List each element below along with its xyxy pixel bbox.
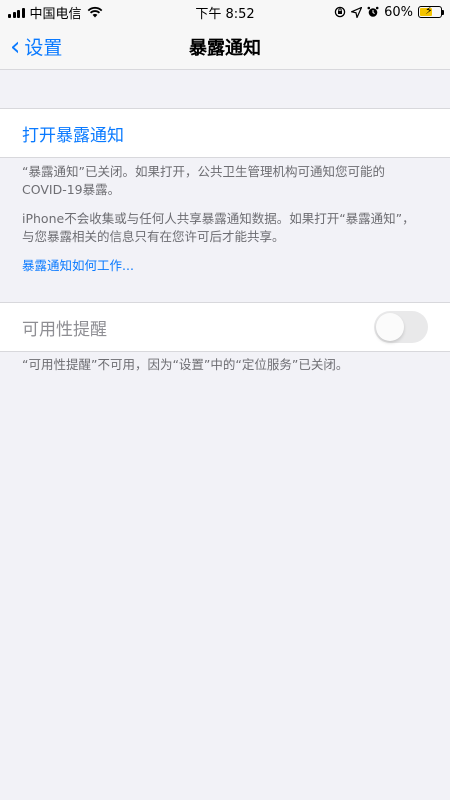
- how-it-works-link-wrap: 暴露通知如何工作...: [22, 257, 422, 275]
- availability-alerts-label: 可用性提醒: [22, 319, 107, 340]
- exposure-action-group: 打开暴露通知: [0, 108, 450, 158]
- status-left: 中国电信: [8, 3, 103, 22]
- battery-icon: ⚡: [418, 4, 444, 18]
- battery-percent: 60%: [384, 4, 413, 20]
- back-label: 设置: [24, 37, 63, 59]
- turn-on-label: 打开暴露通知: [22, 125, 124, 146]
- screen-rotation-lock-icon: [334, 6, 346, 18]
- back-chevron-icon: ‹: [10, 31, 21, 62]
- exposure-footer-text-1: “暴露通知”已关闭。如果打开，公共卫生管理机构可通知您可能的COVID-19暴露…: [22, 164, 385, 197]
- how-exposure-works-link[interactable]: 暴露通知如何工作...: [22, 258, 134, 273]
- page-title: 暴露通知: [189, 37, 261, 59]
- wifi-icon: [87, 6, 102, 18]
- availability-group: 可用性提醒: [0, 302, 450, 352]
- turn-on-exposure-notifications-button[interactable]: 打开暴露通知: [0, 109, 450, 157]
- alarm-icon: [367, 6, 379, 17]
- status-right: 60% ⚡: [334, 4, 444, 20]
- navigation-bar: ‹ 设置 暴露通知: [0, 24, 450, 70]
- availability-alerts-row: 可用性提醒: [0, 303, 450, 351]
- exposure-footer-text-2: iPhone不会收集或与任何人共享暴露通知数据。如果打开“暴露通知”，与您暴露相…: [22, 211, 415, 244]
- signal-icon: [8, 7, 25, 18]
- availability-footer-text: “可用性提醒”不可用，因为“设置”中的“定位服务”已关闭。: [22, 357, 349, 372]
- availability-alerts-toggle[interactable]: [374, 311, 428, 343]
- charging-bolt-icon: ⚡: [425, 4, 433, 17]
- status-bar: 中国电信 下午 8:52 60% ⚡: [0, 0, 450, 24]
- back-button[interactable]: ‹ 设置: [10, 33, 62, 60]
- location-arrow-icon: [351, 6, 363, 18]
- toggle-knob: [376, 313, 404, 341]
- carrier-label: 中国电信: [29, 6, 82, 22]
